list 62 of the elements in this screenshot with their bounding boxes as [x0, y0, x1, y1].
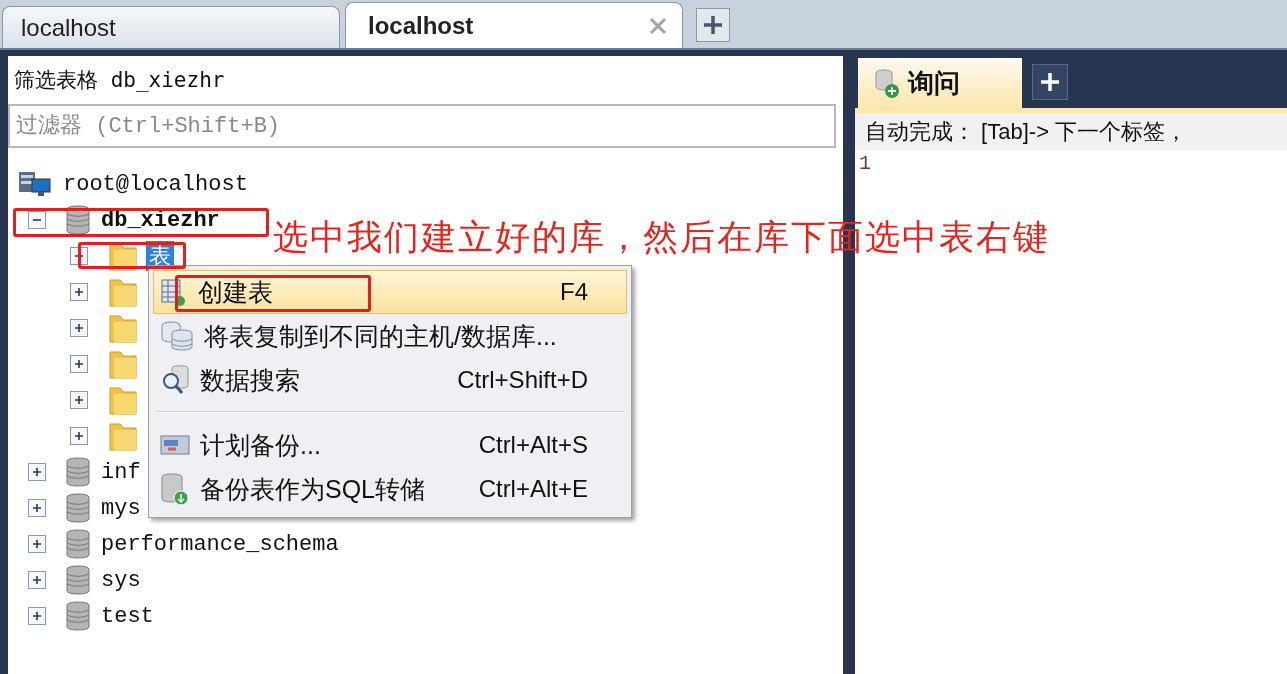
folder-icon [108, 348, 138, 380]
line-number: 1 [859, 152, 872, 175]
menu-item[interactable]: 将表复制到不同的主机/数据库... [153, 314, 627, 358]
expand-toggle[interactable] [28, 463, 46, 481]
expand-toggle[interactable] [28, 499, 46, 517]
autocomplete-hint: 自动完成： [Tab]-> 下一个标签， [855, 113, 1287, 150]
database-icon [66, 600, 90, 632]
plus-icon [73, 394, 85, 406]
expand-toggle[interactable] [70, 355, 88, 373]
tree-item[interactable]: performance_schema [98, 531, 342, 557]
menu-item[interactable]: 备份表作为SQL转储 Ctrl+Alt+E [153, 467, 627, 511]
plus-icon [31, 610, 43, 622]
menu-item[interactable]: 数据搜索 Ctrl+Shift+D [153, 358, 627, 402]
expand-toggle[interactable] [70, 391, 88, 409]
query-icon [872, 67, 902, 99]
table-icon [160, 277, 188, 307]
tree-item[interactable]: test [98, 603, 157, 629]
plus-icon [31, 502, 43, 514]
expand-toggle[interactable] [28, 535, 46, 553]
plus-icon [31, 538, 43, 550]
plus-icon [73, 322, 85, 334]
plus-icon [31, 466, 43, 478]
tree-item[interactable]: db_xiezhr [98, 207, 223, 233]
databases-icon [160, 319, 194, 353]
folder-icon [108, 276, 138, 308]
search-icon [160, 364, 190, 396]
new-query-button[interactable] [1032, 64, 1068, 100]
tree-item[interactable]: inf [98, 459, 144, 485]
tree-item[interactable]: mys [98, 495, 144, 521]
database-icon [66, 564, 90, 596]
menu-item[interactable]: 计划备份... Ctrl+Alt+S [153, 423, 627, 467]
query-tab[interactable]: 询问 [858, 58, 1022, 108]
expand-toggle[interactable] [70, 319, 88, 337]
expand-toggle[interactable] [70, 283, 88, 301]
expand-toggle[interactable] [28, 571, 46, 589]
plus-icon [73, 358, 85, 370]
panel-title: 筛选表格 db_xiezhr [13, 67, 226, 94]
schedule-icon [160, 433, 190, 457]
server-icon [18, 170, 52, 198]
database-icon [66, 492, 90, 524]
plus-icon [73, 286, 85, 298]
connection-tab[interactable]: localhost [2, 6, 340, 48]
plus-icon [1039, 71, 1061, 93]
plus-icon [73, 430, 85, 442]
menu-item[interactable]: 创建表 F4 [153, 270, 627, 314]
connection-tab[interactable]: localhost [345, 2, 683, 48]
folder-icon [108, 420, 138, 452]
tree-item[interactable]: sys [98, 567, 144, 593]
close-icon[interactable] [648, 15, 668, 36]
plus-icon [31, 574, 43, 586]
backup-icon [160, 472, 190, 506]
expand-toggle[interactable] [28, 211, 46, 229]
folder-icon [108, 312, 138, 344]
expand-toggle[interactable] [28, 607, 46, 625]
new-tab-button[interactable] [696, 8, 730, 42]
expand-toggle[interactable] [70, 427, 88, 445]
plus-icon [702, 14, 724, 36]
database-icon [66, 528, 90, 560]
tree-item[interactable]: root@localhost [60, 171, 251, 197]
folder-icon [108, 384, 138, 416]
database-icon [66, 456, 90, 488]
filter-field[interactable]: 过滤器 (Ctrl+Shift+B) [8, 104, 836, 148]
